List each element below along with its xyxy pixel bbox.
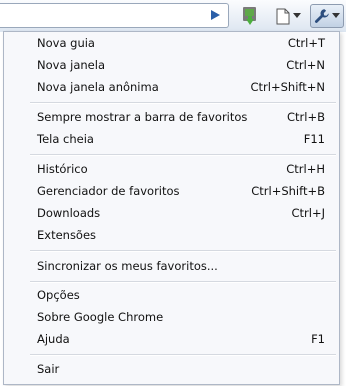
menu-item-shortcut: Ctrl+J — [291, 206, 326, 220]
play-arrow-icon — [211, 10, 220, 20]
menu-item-label: Nova guia — [37, 36, 95, 50]
menu-item-label: Opções — [37, 288, 80, 302]
wrench-icon — [314, 9, 329, 23]
menu-item-barra-de-favoritos[interactable]: Sempre mostrar a barra de favoritos Ctrl… — [4, 107, 339, 129]
extension-icon — [243, 7, 256, 25]
menu-item-historico[interactable]: Histórico Ctrl+H — [4, 159, 339, 181]
menu-item-label: Extensões — [37, 228, 97, 242]
menu-item-label: Histórico — [37, 162, 88, 176]
page-icon — [276, 8, 289, 24]
menu-item-label: Ajuda — [37, 332, 70, 346]
menu-item-gerenciador-de-favoritos[interactable]: Gerenciador de favoritos Ctrl+Shift+B — [4, 181, 339, 203]
menu-item-sincronizar-favoritos[interactable]: Sincronizar os meus favoritos... — [4, 256, 339, 278]
menu-item-label: Downloads — [37, 206, 101, 220]
menu-item-label: Nova janela — [37, 58, 105, 72]
wrench-menu: Nova guia Ctrl+T Nova janela Ctrl+N Nova… — [3, 31, 340, 385]
menu-item-shortcut: Ctrl+N — [286, 58, 325, 72]
menu-item-label: Nova janela anônima — [37, 80, 159, 94]
menu-separator — [30, 281, 336, 283]
menu-item-sair[interactable]: Sair — [4, 359, 339, 381]
menu-item-shortcut: Ctrl+Shift+B — [251, 184, 325, 198]
menu-item-ajuda[interactable]: Ajuda F1 — [4, 329, 339, 351]
menu-item-label: Sempre mostrar a barra de favoritos — [37, 110, 248, 124]
menu-item-shortcut: F1 — [311, 332, 325, 346]
chevron-down-icon — [332, 13, 340, 18]
menu-item-extensoes[interactable]: Extensões — [4, 225, 339, 247]
menu-item-label: Gerenciador de favoritos — [37, 184, 180, 198]
wrench-menu-button[interactable] — [310, 4, 344, 28]
menu-separator — [30, 250, 336, 252]
menu-item-nova-janela[interactable]: Nova janela Ctrl+N — [4, 55, 339, 77]
menu-item-nova-guia[interactable]: Nova guia Ctrl+T — [4, 33, 339, 55]
extension-button[interactable] — [237, 4, 263, 28]
menu-item-nova-janela-anonima[interactable]: Nova janela anônima Ctrl+Shift+N — [4, 77, 339, 99]
chevron-down-icon — [292, 13, 301, 18]
menu-separator — [30, 102, 336, 104]
menu-item-tela-cheia[interactable]: Tela cheia F11 — [4, 129, 339, 151]
menu-separator — [30, 354, 336, 356]
menu-item-shortcut: Ctrl+B — [287, 110, 325, 124]
browser-toolbar — [0, 0, 346, 32]
menu-separator — [30, 154, 336, 156]
menu-item-sobre-google-chrome[interactable]: Sobre Google Chrome — [4, 307, 339, 329]
menu-item-shortcut: F11 — [303, 132, 325, 146]
menu-item-label: Tela cheia — [37, 132, 94, 146]
menu-item-shortcut: Ctrl+T — [287, 36, 325, 50]
menu-item-shortcut: Ctrl+Shift+N — [250, 80, 325, 94]
menu-item-shortcut: Ctrl+H — [286, 162, 325, 176]
page-menu-button[interactable] — [272, 4, 304, 28]
menu-item-opcoes[interactable]: Opções — [4, 285, 339, 307]
menu-item-label: Sincronizar os meus favoritos... — [37, 259, 218, 273]
menu-item-downloads[interactable]: Downloads Ctrl+J — [4, 203, 339, 225]
address-bar[interactable] — [0, 3, 229, 28]
menu-item-label: Sobre Google Chrome — [37, 310, 164, 324]
go-button[interactable] — [203, 4, 227, 26]
menu-item-label: Sair — [37, 362, 60, 376]
